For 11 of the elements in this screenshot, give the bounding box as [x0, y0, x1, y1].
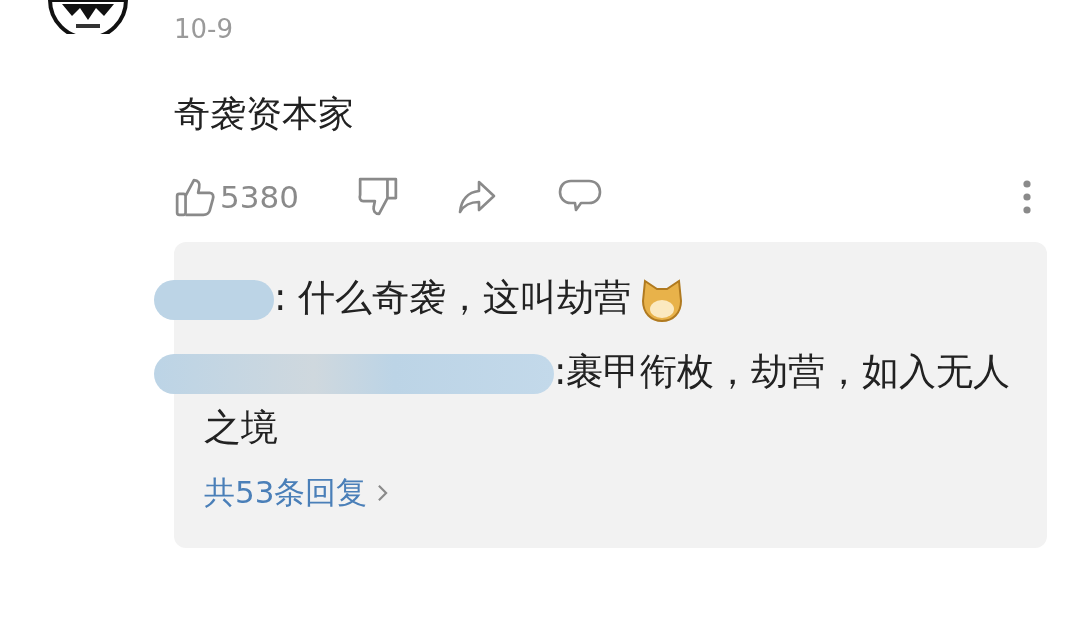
- chevron-right-icon: [377, 484, 389, 502]
- comment-date: 10-9: [174, 13, 233, 46]
- more-icon[interactable]: [1023, 180, 1031, 214]
- avatar[interactable]: [48, 0, 128, 34]
- view-replies-link[interactable]: 共53条回复: [204, 472, 389, 514]
- comment-text: 奇袭资本家: [174, 92, 354, 136]
- thumbs-up-icon: [174, 176, 216, 218]
- like-button[interactable]: 5380: [174, 176, 299, 218]
- thumbs-down-icon[interactable]: [356, 176, 399, 218]
- reply-text: :裹甲衔枚，劫营，如入无人之境: [204, 344, 1017, 456]
- reply-text: : 什么奇袭，这叫劫营: [204, 270, 1017, 326]
